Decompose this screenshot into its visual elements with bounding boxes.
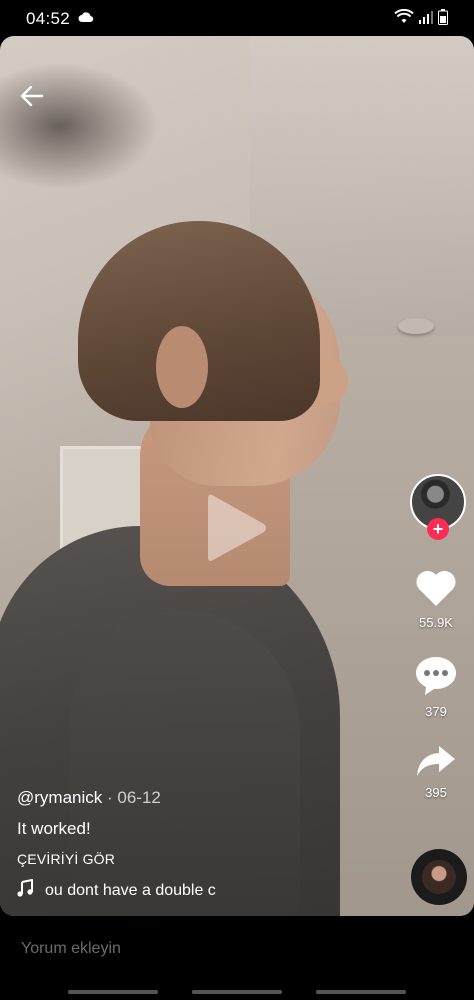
video-person-ear [156,326,208,408]
video-player[interactable] [0,36,474,916]
nav-home-bar[interactable] [192,990,282,994]
music-disc-image [422,860,456,894]
share-arrow-icon[interactable] [415,746,457,782]
comment-bubble-icon[interactable] [414,657,458,701]
creator-avatar[interactable]: + [410,474,466,540]
video-caption: @rymanick · 06-12 It worked! ÇEVİRİYİ GÖ… [17,788,377,902]
back-button[interactable] [14,80,50,116]
comment-input[interactable]: Yorum ekleyin [21,940,121,958]
follow-button[interactable]: + [427,518,449,540]
status-time: 04:52 [26,9,71,28]
username-link[interactable]: @rymanick [17,788,102,807]
user-line: @rymanick · 06-12 [17,788,377,808]
cloud-icon [78,10,94,28]
back-arrow-icon [20,85,44,112]
comment-button[interactable]: 379 [406,655,466,719]
status-icons [394,8,448,30]
share-button[interactable]: 395 [406,744,466,800]
music-title: ou dont have a double c [45,881,216,899]
nav-back-bar[interactable] [68,990,158,994]
status-bar: 04:52 [0,0,474,36]
music-note-icon [17,878,33,902]
video-ceiling-fixture [398,318,434,334]
system-nav [0,990,474,994]
comment-bar: Yorum ekleyin [0,916,474,1000]
translate-button[interactable]: ÇEVİRİYİ GÖR [17,851,377,867]
share-count: 395 [425,785,447,800]
comment-count: 379 [425,704,447,719]
music-disc[interactable] [411,849,467,905]
video-description: It worked! [17,819,91,838]
battery-icon [438,9,448,30]
nav-recents-bar[interactable] [316,990,406,994]
signal-icon [419,10,433,29]
like-button[interactable]: 55.9K [406,568,466,630]
music-row[interactable]: ou dont have a double c [17,878,377,902]
play-icon[interactable] [206,491,268,570]
separator: · [102,788,118,807]
like-count: 55.9K [419,615,453,630]
heart-icon[interactable] [414,570,458,612]
post-date: 06-12 [117,788,161,807]
wifi-icon [394,8,414,30]
